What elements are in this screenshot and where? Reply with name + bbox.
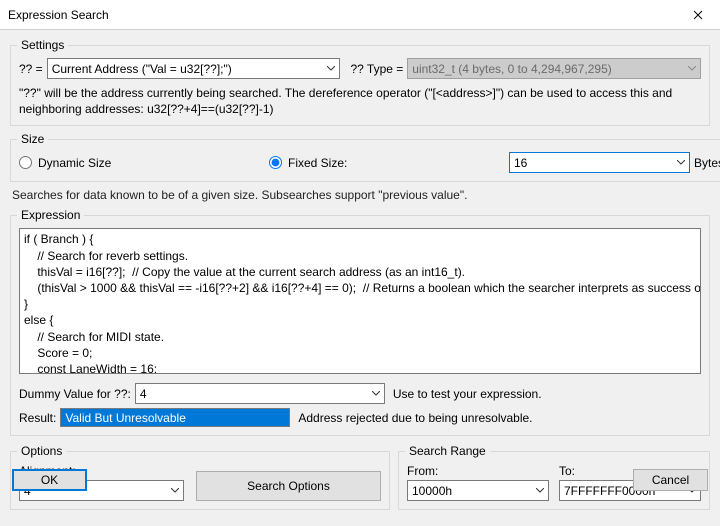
dummy-value-arrow[interactable] xyxy=(368,383,385,404)
type-dropdown[interactable]: uint32_t (4 bytes, 0 to 4,294,967,295) xyxy=(407,58,701,79)
qq-label: ?? = xyxy=(19,62,43,76)
close-icon xyxy=(693,10,703,20)
settings-help: "??" will be the address currently being… xyxy=(19,85,701,117)
qq-dropdown[interactable]: Current Address ("Val = u32[??];") xyxy=(47,58,341,79)
result-label: Result: xyxy=(19,411,56,425)
fixed-size-label: Fixed Size: xyxy=(288,156,347,170)
result-hint: Address rejected due to being unresolvab… xyxy=(298,411,532,425)
chevron-down-icon xyxy=(677,160,685,166)
chevron-down-icon xyxy=(688,66,696,72)
dynamic-size-radio[interactable] xyxy=(19,156,32,169)
fixed-size-dropdown-arrow[interactable] xyxy=(673,152,690,173)
dummy-hint: Use to test your expression. xyxy=(393,387,542,401)
type-label: ?? Type = xyxy=(350,62,403,76)
ok-button[interactable]: OK xyxy=(12,469,87,491)
chevron-down-icon xyxy=(372,391,380,397)
size-legend: Size xyxy=(17,132,48,146)
settings-group: Settings ?? = Current Address ("Val = u3… xyxy=(10,38,710,126)
type-value: uint32_t (4 bytes, 0 to 4,294,967,295) xyxy=(412,62,611,76)
window-title: Expression Search xyxy=(8,8,109,22)
result-value: Valid But Unresolvable xyxy=(60,408,290,427)
size-unit: Bytes xyxy=(694,156,720,170)
settings-legend: Settings xyxy=(17,38,68,52)
qq-value: Current Address ("Val = u32[??];") xyxy=(52,62,232,76)
dummy-value-input[interactable] xyxy=(135,383,368,404)
cancel-button[interactable]: Cancel xyxy=(633,469,708,491)
fixed-size-input[interactable] xyxy=(509,152,673,173)
expression-group: Expression if ( Branch ) { // Search for… xyxy=(10,208,710,436)
expression-legend: Expression xyxy=(17,208,84,222)
dummy-label: Dummy Value for ??: xyxy=(19,387,131,401)
expression-textarea[interactable]: if ( Branch ) { // Search for reverb set… xyxy=(19,228,701,374)
range-legend: Search Range xyxy=(405,444,490,458)
fixed-size-input-combo[interactable] xyxy=(509,152,690,173)
close-button[interactable] xyxy=(675,0,720,30)
dynamic-size-label: Dynamic Size xyxy=(38,156,111,170)
size-help: Searches for data known to be of a given… xyxy=(12,188,710,202)
options-legend: Options xyxy=(17,444,66,458)
size-group: Size Dynamic Size Fixed Size: Bytes xyxy=(10,132,720,182)
chevron-down-icon xyxy=(327,66,335,72)
titlebar: Expression Search xyxy=(0,0,720,30)
fixed-size-radio[interactable] xyxy=(269,156,282,169)
dummy-value-combo[interactable] xyxy=(135,383,385,404)
